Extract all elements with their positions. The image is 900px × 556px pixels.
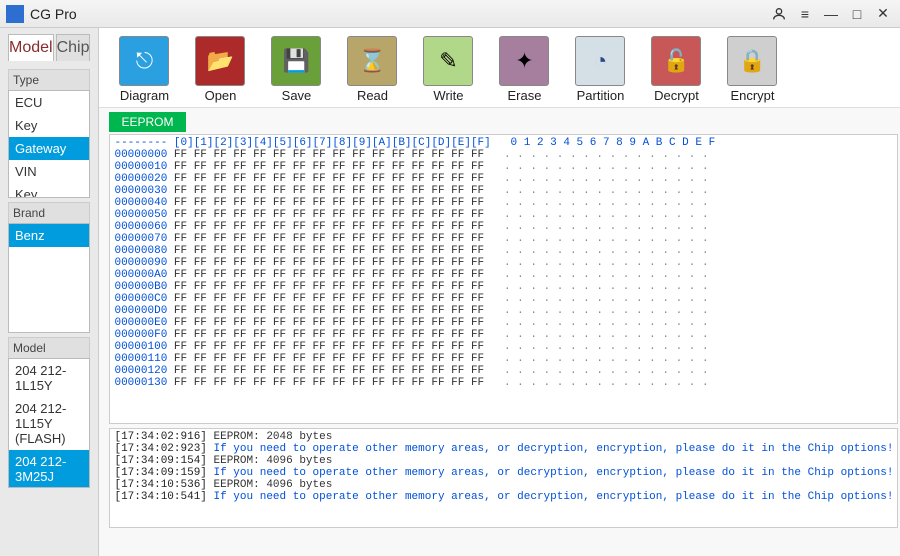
window-title: CG Pro [30,6,77,22]
hex-header: -------- [0][1][2][3][4][5][6][7][8][9][… [114,137,893,149]
tool-label: Encrypt [730,88,774,103]
list-item[interactable]: 204 212-1L15Y (FLASH) [9,397,89,450]
hex-row[interactable]: 00000090 FF FF FF FF FF FF FF FF FF FF F… [114,257,893,269]
hex-row[interactable]: 00000080 FF FF FF FF FF FF FF FF FF FF F… [114,245,893,257]
list-item[interactable]: VIN [9,160,89,183]
encrypt-button[interactable]: 🔒 Encrypt [719,36,785,103]
section-model-label: Model [8,337,90,358]
read-icon: ⌛ [347,36,397,86]
hex-row[interactable]: 00000070 FF FF FF FF FF FF FF FF FF FF F… [114,233,893,245]
hex-row[interactable]: 00000110 FF FF FF FF FF FF FF FF FF FF F… [114,353,893,365]
hex-row[interactable]: 000000D0 FF FF FF FF FF FF FF FF FF FF F… [114,305,893,317]
log-line: [17:34:02:916] EEPROM: 2048 bytes [114,431,893,443]
read-button[interactable]: ⌛ Read [339,36,405,103]
brand-list[interactable]: Benz [8,223,90,333]
maximize-icon[interactable]: □ [846,3,868,25]
hex-row[interactable]: 000000B0 FF FF FF FF FF FF FF FF FF FF F… [114,281,893,293]
diagram-button[interactable]: ⎋ Diagram [111,36,177,103]
hex-row[interactable]: 00000010 FF FF FF FF FF FF FF FF FF FF F… [114,161,893,173]
list-item[interactable]: Benz [9,224,89,247]
hex-row[interactable]: 00000030 FF FF FF FF FF FF FF FF FF FF F… [114,185,893,197]
list-item[interactable]: Gateway [9,137,89,160]
user-icon[interactable] [768,3,790,25]
log-line: [17:34:09:159] If you need to operate ot… [114,467,893,479]
erase-icon: ✦ [499,36,549,86]
tool-label: Open [205,88,237,103]
tool-label: Decrypt [654,88,699,103]
partition-button[interactable]: ◔ Partition [567,36,633,103]
tool-label: Save [282,88,312,103]
model-list[interactable]: 204 212-1L15Y204 212-1L15Y (FLASH)204 21… [8,358,90,488]
save-button[interactable]: 💾 Save [263,36,329,103]
type-list[interactable]: ECUKeyGatewayVINKey Refresh [8,90,90,198]
decrypt-button[interactable]: 🔓 Decrypt [643,36,709,103]
section-brand-label: Brand [8,202,90,223]
write-button[interactable]: ✎ Write [415,36,481,103]
tool-label: Read [357,88,388,103]
list-item[interactable]: Key Refresh [9,183,89,198]
hex-row[interactable]: 00000020 FF FF FF FF FF FF FF FF FF FF F… [114,173,893,185]
list-item[interactable]: 204 212-1L15Y [9,359,89,397]
sidebar: Model Chip Type ECUKeyGatewayVINKey Refr… [0,28,99,556]
hex-row[interactable]: 000000C0 FF FF FF FF FF FF FF FF FF FF F… [114,293,893,305]
hex-row[interactable]: 000000E0 FF FF FF FF FF FF FF FF FF FF F… [114,317,893,329]
minimize-icon[interactable]: — [820,3,842,25]
partition-icon: ◔ [575,36,625,86]
hex-row[interactable]: 00000120 FF FF FF FF FF FF FF FF FF FF F… [114,365,893,377]
tab-chip[interactable]: Chip [56,34,91,61]
hex-editor[interactable]: -------- [0][1][2][3][4][5][6][7][8][9][… [109,134,898,424]
hex-row[interactable]: 00000100 FF FF FF FF FF FF FF FF FF FF F… [114,341,893,353]
tool-label: Erase [508,88,542,103]
hex-row[interactable]: 00000060 FF FF FF FF FF FF FF FF FF FF F… [114,221,893,233]
list-item[interactable]: ECU [9,91,89,114]
hex-row[interactable]: 000000F0 FF FF FF FF FF FF FF FF FF FF F… [114,329,893,341]
titlebar: CG Pro ≡ — □ ✕ [0,0,900,28]
diagram-icon: ⎋ [119,36,169,86]
app-logo [6,5,24,23]
section-type-label: Type [8,69,90,90]
list-item[interactable]: 204 212-3M25J [9,450,89,488]
save-icon: 💾 [271,36,321,86]
log-line: [17:34:02:923] If you need to operate ot… [114,443,893,455]
hex-row[interactable]: 00000000 FF FF FF FF FF FF FF FF FF FF F… [114,149,893,161]
log-line: [17:34:10:541] If you need to operate ot… [114,491,893,503]
hex-row[interactable]: 00000040 FF FF FF FF FF FF FF FF FF FF F… [114,197,893,209]
tool-label: Diagram [120,88,169,103]
memory-tab-eeprom[interactable]: EEPROM [109,112,185,132]
erase-button[interactable]: ✦ Erase [491,36,557,103]
list-item[interactable]: Key [9,114,89,137]
decrypt-icon: 🔓 [651,36,701,86]
hex-row[interactable]: 000000A0 FF FF FF FF FF FF FF FF FF FF F… [114,269,893,281]
hex-row[interactable]: 00000130 FF FF FF FF FF FF FF FF FF FF F… [114,377,893,389]
log-line: [17:34:10:536] EEPROM: 4096 bytes [114,479,893,491]
write-icon: ✎ [423,36,473,86]
toolbar: ⎋ Diagram 📂 Open 💾 Save ⌛ Read ✎ Write ✦ Erase ◔ Part… [99,28,900,108]
close-icon[interactable]: ✕ [872,3,894,25]
log-panel[interactable]: [17:34:02:916] EEPROM: 2048 bytes[17:34:… [109,428,898,528]
tab-model[interactable]: Model [8,34,54,61]
hex-row[interactable]: 00000050 FF FF FF FF FF FF FF FF FF FF F… [114,209,893,221]
menu-icon[interactable]: ≡ [794,3,816,25]
tool-label: Partition [577,88,625,103]
tool-label: Write [433,88,463,103]
open-icon: 📂 [195,36,245,86]
encrypt-icon: 🔒 [727,36,777,86]
log-line: [17:34:09:154] EEPROM: 4096 bytes [114,455,893,467]
open-button[interactable]: 📂 Open [187,36,253,103]
